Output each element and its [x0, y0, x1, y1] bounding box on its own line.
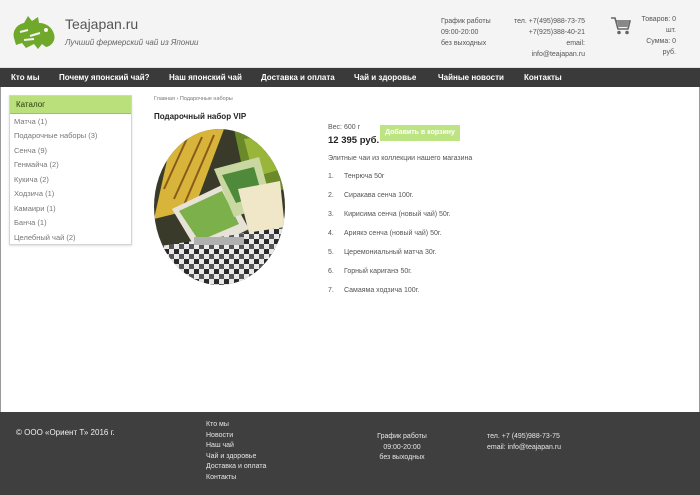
footer-hours-days: без выходных — [379, 454, 425, 461]
phone-secondary[interactable]: +7(925)388-40-21 — [513, 27, 585, 38]
header-working-hours: График работы 09:00-20:00 без выходных — [441, 16, 491, 49]
product-weight: Вес: 600 г — [328, 124, 361, 131]
footer-hours-title: График работы — [377, 433, 427, 440]
nav-item-our-tea[interactable]: Наш японский чай — [169, 68, 242, 87]
nav-item-tea-health[interactable]: Чай и здоровье — [354, 68, 416, 87]
email-link[interactable]: email: info@teajapan.ru — [513, 38, 585, 60]
footer-link-news[interactable]: Новости — [206, 431, 266, 442]
phone-primary[interactable]: тел. +7(495)988-73-75 — [513, 16, 585, 27]
tea-list-number: 5. — [328, 249, 334, 256]
hours-title: График работы — [441, 18, 491, 25]
header-contacts: тел. +7(495)988-73-75 +7(925)388-40-21 e… — [513, 16, 585, 60]
catalog-item-gift-sets[interactable]: Подарочные наборы (3) — [14, 131, 97, 140]
hours-days: без выходных — [441, 40, 487, 47]
site-header: Teajapan.ru Лучший фермерский чай из Япо… — [0, 0, 700, 68]
footer-link-our-tea[interactable]: Наш чай — [206, 441, 266, 452]
footer-link-about[interactable]: Кто мы — [206, 420, 266, 431]
catalog-item-kukicha[interactable]: Кукича (2) — [14, 175, 49, 184]
product-image[interactable] — [154, 129, 285, 285]
nav-item-why-japanese-tea[interactable]: Почему японский чай? — [59, 68, 150, 87]
site-tagline: Лучший фермерский чай из Японии — [65, 38, 199, 47]
footer-hours-time: 09:00-20:00 — [383, 443, 421, 451]
footer-email[interactable]: email: info@teajapan.ru — [487, 443, 561, 454]
tea-list-number: 7. — [328, 287, 334, 294]
tea-list-number: 6. — [328, 268, 334, 275]
nav-item-delivery[interactable]: Доставка и оплата — [261, 68, 335, 87]
site-name[interactable]: Teajapan.ru — [65, 16, 138, 32]
tea-list-item: Ариякэ сенча (новый чай) 50г. — [344, 230, 442, 237]
tea-list-item: Самаяма ходзича 100г. — [344, 287, 420, 294]
footer-link-delivery[interactable]: Доставка и оплата — [206, 462, 266, 473]
footer-phone[interactable]: тел. +7 (495)988-73-75 — [487, 432, 561, 443]
cart-count: Товаров: 0 шт. — [641, 16, 676, 34]
catalog-item-sencha[interactable]: Сенча (9) — [14, 146, 47, 155]
tea-list-number: 1. — [328, 173, 334, 180]
hours-time: 09:00-20:00 — [441, 29, 479, 36]
catalog-item-kamairi[interactable]: Камаири (1) — [14, 204, 56, 213]
tea-list-number: 3. — [328, 211, 334, 218]
product-title: Подарочный набор VIP — [154, 112, 247, 121]
add-to-cart-button[interactable]: Добавить в корзину — [380, 125, 460, 141]
catalog-item-healing-tea[interactable]: Целебный чай (2) — [14, 233, 76, 242]
shopping-cart-icon[interactable] — [610, 16, 632, 36]
tea-list-item: Тенрюча 50г — [344, 173, 385, 180]
product-price: 12 395 руб. — [328, 135, 380, 146]
tea-list-item: Сиракава сенча 100г. — [344, 192, 414, 199]
catalog-item-matcha[interactable]: Матча (1) — [14, 117, 47, 126]
footer-contacts: тел. +7 (495)988-73-75 email: info@teaja… — [487, 432, 561, 453]
tiger-logo-icon[interactable] — [8, 8, 60, 52]
tea-list-item: Церемониальный матча 30г. — [344, 249, 437, 256]
tea-list-item: Кирисима сенча (новый чай) 50г. — [344, 211, 451, 218]
nav-item-contacts[interactable]: Контакты — [524, 68, 562, 87]
catalog-item-bancha[interactable]: Банча (1) — [14, 218, 47, 227]
footer-link-contacts[interactable]: Контакты — [206, 473, 266, 484]
tea-list-number: 4. — [328, 230, 334, 237]
tea-list-number: 2. — [328, 192, 334, 199]
cart-summary[interactable]: Товаров: 0 шт. Сумма: 0 руб. — [634, 14, 676, 58]
footer-link-tea-health[interactable]: Чай и здоровье — [206, 452, 266, 463]
product-description: Элитные чаи из коллекции нашего магазина — [328, 155, 473, 162]
copyright-text: © ООО «Ориент Т» 2016 г. — [16, 428, 115, 437]
footer-working-hours: График работы 09:00-20:00 без выходных — [377, 432, 427, 464]
tea-list-item: Горный кариганэ 50г. — [344, 268, 412, 275]
cart-total: Сумма: 0 руб. — [646, 38, 676, 56]
catalog-title: Каталог — [10, 96, 131, 114]
nav-item-about[interactable]: Кто мы — [11, 68, 40, 87]
catalog-item-hojicha[interactable]: Ходзича (1) — [14, 189, 54, 198]
catalog-item-genmaicha[interactable]: Генмайча (2) — [14, 160, 59, 169]
site-footer: © ООО «Ориент Т» 2016 г. Кто мы Новости … — [0, 412, 700, 495]
gift-set-photo — [154, 129, 285, 285]
catalog-sidebar: Каталог Матча (1) Подарочные наборы (3) … — [9, 95, 132, 245]
main-navigation: Кто мы Почему японский чай? Наш японский… — [0, 68, 700, 87]
nav-item-tea-news[interactable]: Чайные новости — [438, 68, 504, 87]
breadcrumb[interactable]: Главная › Подарочные наборы — [154, 96, 233, 102]
footer-links: Кто мы Новости Наш чай Чай и здоровье До… — [206, 420, 266, 483]
